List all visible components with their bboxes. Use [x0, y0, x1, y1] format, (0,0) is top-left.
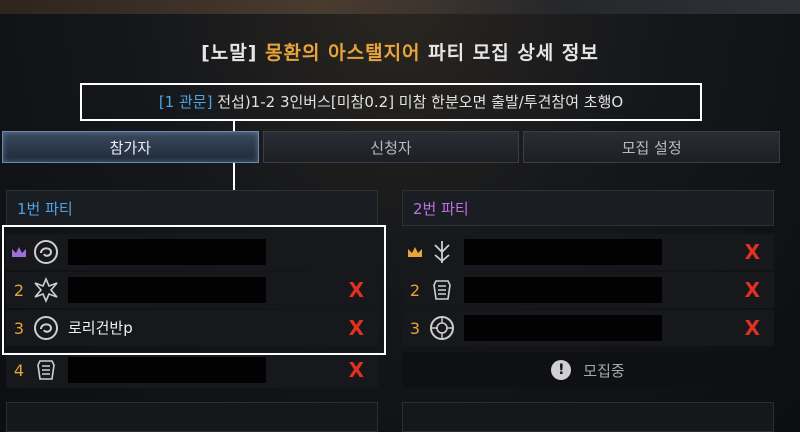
page-title: [노말] 몽환의 아스탤지어 파티 모집 상세 정보 [0, 38, 800, 65]
party-1-member-4[interactable]: 4 X [6, 352, 378, 388]
party-3-panel-partial [6, 402, 378, 432]
recruiting-slot: ! 모집중 [402, 352, 774, 388]
info-icon: ! [551, 360, 572, 380]
slot-number: 4 [13, 360, 25, 380]
recruiting-label: 모집중 [583, 361, 625, 380]
party-2-member-3[interactable]: 3 X [402, 310, 774, 346]
recruit-description: 전섭)1-2 3인버스[미참0.2] 미참 한분오면 출발/투견참여 초행O [217, 93, 624, 111]
member-name-hidden [464, 239, 662, 265]
party-4-panel-partial [402, 402, 774, 432]
party-2-member-1[interactable]: X [402, 234, 774, 270]
destroyer-emblem-icon [428, 238, 456, 266]
tab-bar: 참가자 신청자 모집 설정 [2, 131, 781, 163]
member-name-hidden [464, 277, 662, 303]
holyknight-emblem-icon [428, 314, 456, 342]
tab-applicants[interactable]: 신청자 [262, 131, 520, 163]
raid-name: 몽환의 아스탤지어 [265, 42, 421, 64]
slot-number: 2 [409, 280, 421, 300]
kick-member-button[interactable]: X [745, 316, 760, 340]
difficulty-label: [노말] [201, 42, 258, 64]
warlord-emblem-icon [32, 356, 60, 384]
slot-number: 3 [409, 318, 421, 338]
kick-member-button[interactable]: X [745, 278, 760, 302]
member-name-hidden [68, 357, 266, 383]
party-2-member-2[interactable]: 2 X [402, 272, 774, 308]
annotation-highlight-box [2, 225, 386, 355]
title-suffix: 파티 모집 상세 정보 [428, 42, 599, 64]
party-1-title: 1번 파티 [6, 190, 378, 226]
warlord-emblem-icon [428, 276, 456, 304]
kick-member-button[interactable]: X [745, 240, 760, 264]
member-name-hidden [464, 315, 662, 341]
recruit-description-box: [1 관문] 전섭)1-2 3인버스[미참0.2] 미참 한분오면 출발/투견참… [80, 83, 702, 121]
tab-recruit-settings[interactable]: 모집 설정 [523, 131, 781, 163]
party-2-panel: 2번 파티 X 2 X 3 X ! 모집중 [402, 190, 774, 388]
party-2-title: 2번 파티 [402, 190, 774, 226]
leader-crown-icon [402, 246, 428, 258]
top-banner [0, 0, 800, 14]
tab-participants[interactable]: 참가자 [2, 131, 259, 163]
kick-member-button[interactable]: X [349, 358, 364, 382]
gate-category: [1 관문] [158, 93, 213, 111]
